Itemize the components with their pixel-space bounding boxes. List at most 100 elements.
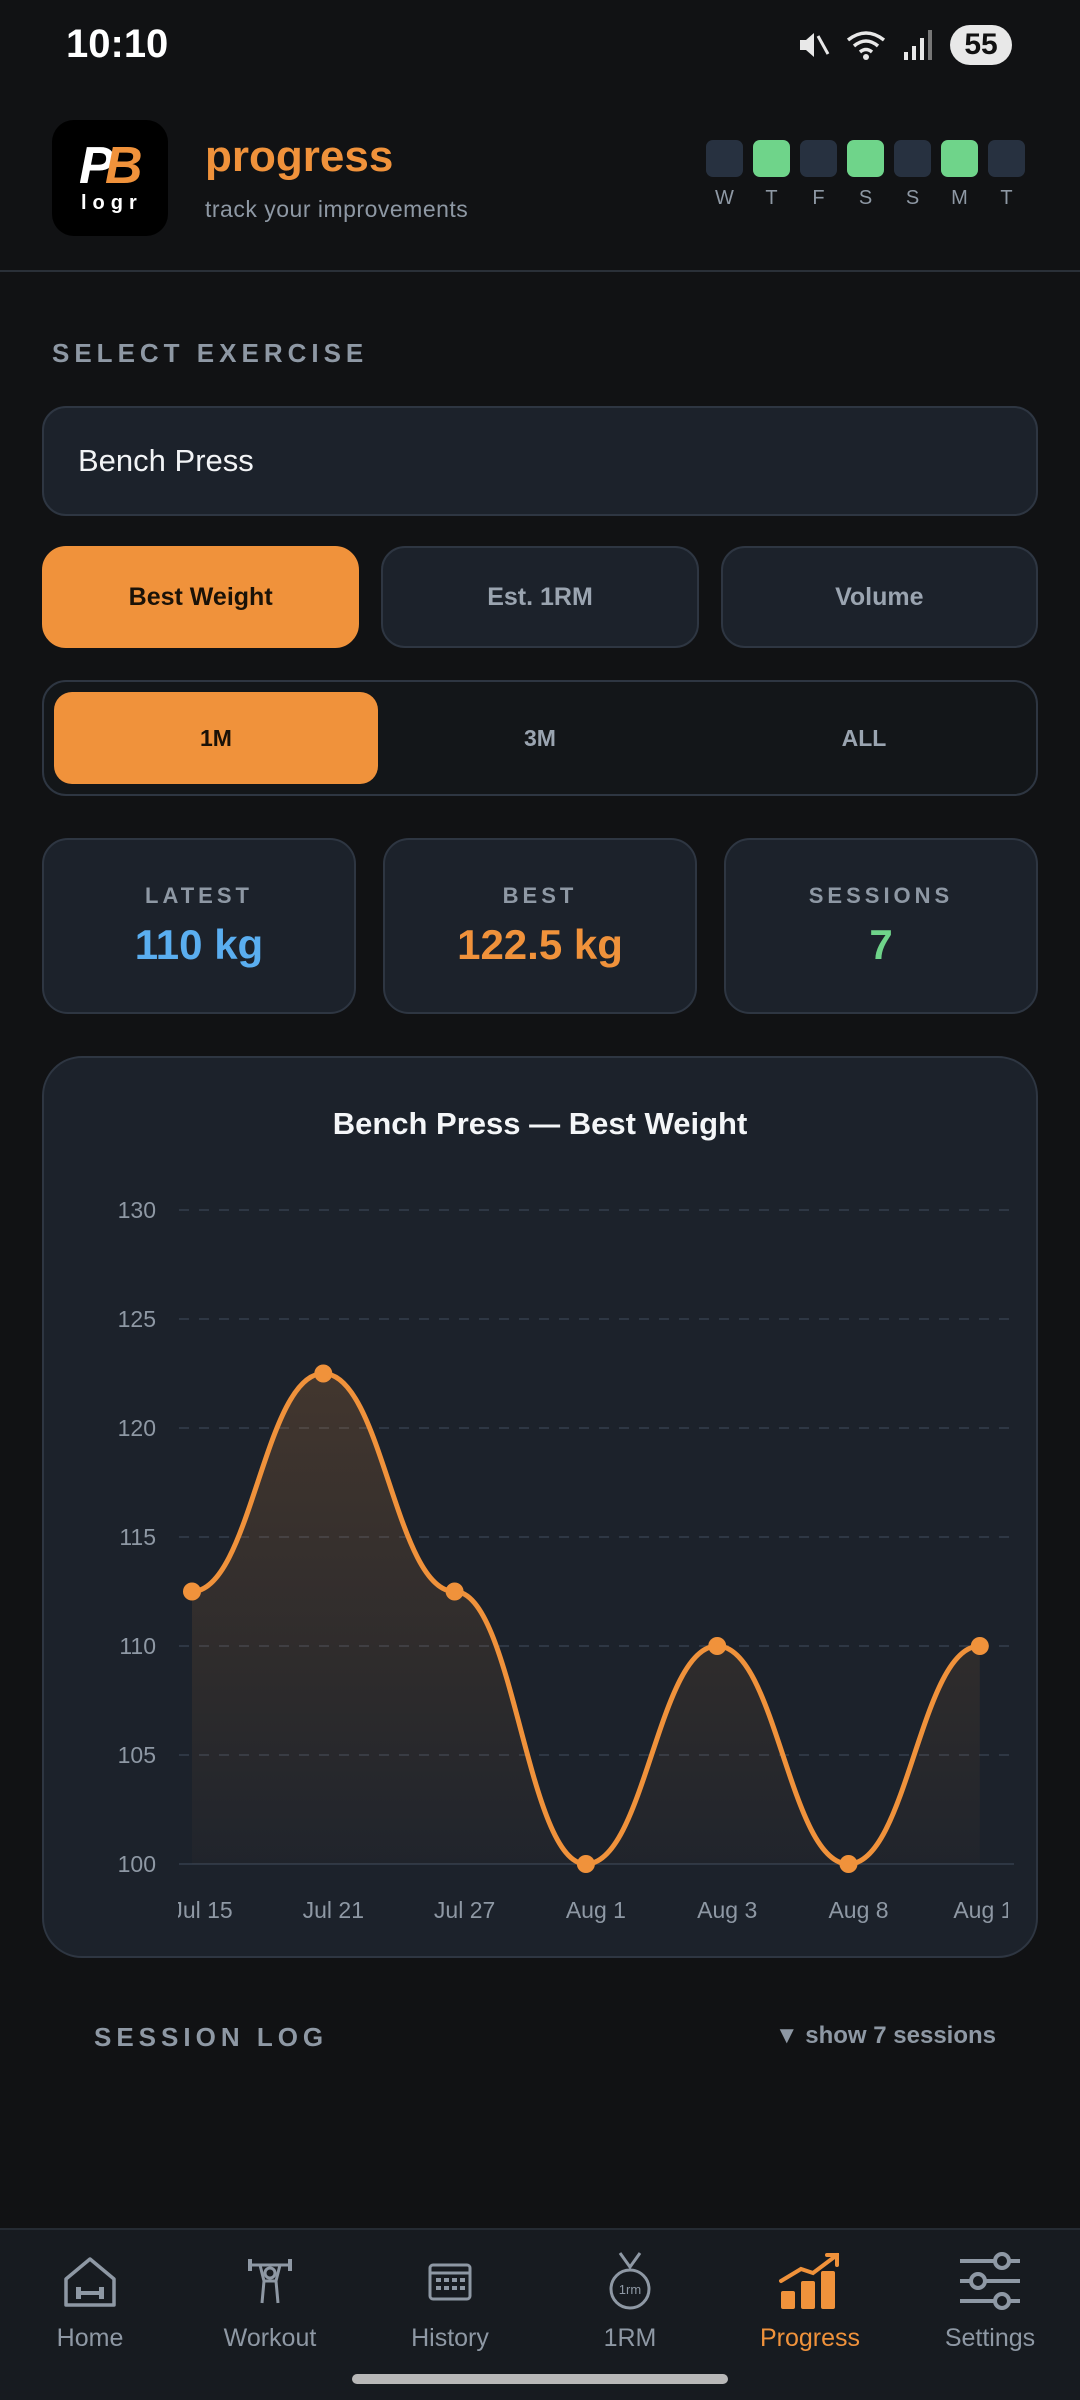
x-tick-label: Jul 21 [303, 1897, 364, 1923]
status-time: 10:10 [66, 22, 169, 66]
streak-box [988, 140, 1025, 177]
streak-day: S [894, 140, 931, 210]
streak-day: M [941, 140, 978, 210]
data-point [576, 1855, 595, 1873]
y-tick-label: 100 [118, 1851, 156, 1877]
range-1m-button[interactable]: 1M [54, 692, 378, 784]
streak-box [753, 140, 790, 177]
show-sessions-toggle[interactable]: ▼ show 7 sessions [775, 2022, 996, 2050]
nav-progress-label: Progress [759, 2324, 861, 2352]
nav-progress[interactable]: Progress [720, 2230, 900, 2400]
streak-day: F [800, 140, 837, 210]
best-stat-value: 122.5 kg [457, 921, 623, 968]
range-toggle-group: 1M 3M ALL [42, 680, 1038, 796]
x-tick-label: Aug 1 [566, 1897, 626, 1923]
wifi-icon [846, 31, 886, 60]
home-dumbbell-icon [55, 2250, 125, 2312]
nav-settings[interactable]: Settings [900, 2230, 1080, 2400]
latest-stat-label: LATEST [145, 883, 253, 908]
nav-workout-label: Workout [223, 2324, 317, 2352]
y-tick-label: 120 [118, 1415, 156, 1441]
y-tick-label: 125 [118, 1306, 156, 1332]
streak-day-label: T [1000, 187, 1013, 209]
data-point [314, 1364, 333, 1383]
nav-workout[interactable]: Workout [180, 2230, 360, 2400]
range-3m-button[interactable]: 3M [378, 692, 702, 784]
streak-box [847, 140, 884, 177]
streak-day: W [706, 140, 743, 210]
app-header: P B logr progress track your improvement… [0, 92, 1080, 272]
calendar-icon [415, 2250, 485, 2312]
latest-stat-card: LATEST 110 kg [42, 838, 356, 1014]
home-indicator[interactable] [352, 2374, 728, 2384]
select-exercise-label: SELECT EXERCISE [52, 338, 369, 368]
progress-chart: 100 105 110 115 120 125 130 Jul 15 Jul 21 Jul 27 A… [118, 1197, 1026, 1923]
streak-day-label: F [812, 187, 825, 209]
page-title: progress [205, 132, 394, 181]
best-stat-label: BEST [502, 883, 578, 908]
nav-history-label: History [411, 2324, 489, 2352]
weekly-streak: W T F S S M T [706, 140, 1025, 210]
y-tick-label: 115 [119, 1524, 156, 1550]
battery-indicator: 55 [950, 25, 1012, 65]
best-stat-card: BEST 122.5 kg [383, 838, 697, 1014]
nav-1rm-label: 1RM [603, 2324, 657, 2352]
app-logo: P B logr [52, 120, 168, 236]
bar-chart-trend-icon [775, 2250, 845, 2312]
exercise-select[interactable]: Bench Press [42, 406, 1038, 516]
sessions-stat-value: 7 [869, 921, 893, 968]
data-point [445, 1582, 464, 1601]
streak-box [706, 140, 743, 177]
latest-stat-value: 110 kg [134, 921, 264, 968]
mute-icon [800, 33, 830, 57]
status-bar: 10:10 55 [0, 0, 1080, 92]
series-area [192, 1373, 980, 1864]
svg-text:logr: logr [81, 192, 143, 214]
sliders-icon [955, 2250, 1025, 2312]
metric-volume-button[interactable]: Volume [720, 546, 1038, 648]
x-tick-label: Aug 8 [828, 1897, 888, 1923]
streak-box [894, 140, 931, 177]
medal-icon: 1rm [595, 2250, 665, 2312]
y-tick-label: 105 [118, 1742, 156, 1768]
svg-text:B: B [105, 137, 143, 195]
streak-day-label: M [951, 187, 968, 209]
streak-day: T [988, 140, 1025, 210]
page-subtitle: track your improvements [205, 196, 469, 222]
progress-chart-card: Bench Press — Best Weight 100 105 110 115 12… [42, 1056, 1038, 1958]
metric-est-1rm-button[interactable]: Est. 1RM [381, 546, 699, 648]
data-point [183, 1582, 201, 1601]
svg-text:1rm: 1rm [619, 2282, 641, 2297]
x-tick-label: Aug 10 [953, 1897, 1026, 1923]
data-point [970, 1637, 989, 1655]
x-tick-label: Aug 3 [697, 1897, 757, 1923]
streak-day-label: T [765, 187, 778, 209]
nav-settings-label: Settings [944, 2324, 1036, 2352]
streak-day-label: S [858, 187, 873, 209]
range-all-button[interactable]: ALL [702, 692, 1026, 784]
sessions-stat-card: SESSIONS 7 [724, 838, 1038, 1014]
sessions-stat-label: SESSIONS [808, 883, 954, 908]
x-tick-label: Jul 15 [171, 1897, 232, 1923]
weightlifter-icon [235, 2250, 305, 2312]
streak-box [800, 140, 837, 177]
streak-day-label: W [715, 187, 734, 209]
metric-toggle-group: Best Weight Est. 1RM Volume [42, 546, 1038, 648]
stats-row: LATEST 110 kg BEST 122.5 kg SESSIONS 7 [42, 838, 1038, 1014]
metric-best-weight-button[interactable]: Best Weight [42, 546, 360, 648]
x-tick-label: Jul 27 [434, 1897, 495, 1923]
streak-day-label: S [905, 187, 920, 209]
status-icons: 55 [796, 22, 1012, 68]
exercise-select-value: Bench Press [78, 443, 254, 478]
streak-day: T [753, 140, 790, 210]
signal-icon [904, 30, 932, 60]
nav-home-label: Home [56, 2324, 124, 2352]
session-log-label: SESSION LOG [94, 2022, 329, 2052]
nav-home[interactable]: Home [0, 2230, 180, 2400]
y-tick-label: 130 [118, 1197, 156, 1223]
y-tick-label: 110 [119, 1633, 156, 1659]
data-point [708, 1637, 727, 1655]
streak-day: S [847, 140, 884, 210]
data-point [839, 1855, 858, 1873]
streak-box [941, 140, 978, 177]
